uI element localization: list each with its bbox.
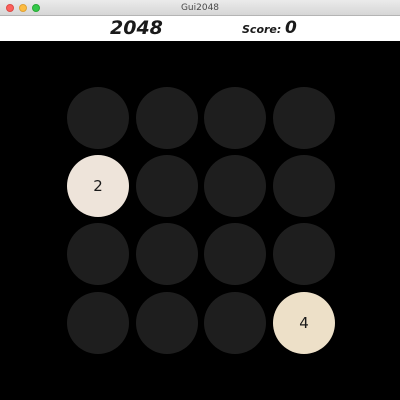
board-cell-r3-c3: 4 [273, 292, 335, 354]
board-cell-r1-c0: 2 [67, 155, 129, 217]
app-window: Gui2048 2048 Score: 0 2 4 [0, 0, 400, 400]
board-cell-r2-c2 [204, 223, 266, 285]
board-cell-r3-c2 [204, 292, 266, 354]
board-cell-r0-c3 [273, 87, 335, 149]
board-cell-r2-c1 [136, 223, 198, 285]
title-bar: Gui2048 [0, 0, 400, 16]
board-cell-r0-c0 [67, 87, 129, 149]
board-cell-r0-c2 [204, 87, 266, 149]
score-value: 0 [285, 18, 297, 38]
board-cell-r1-c1 [136, 155, 198, 217]
game-board: 2 4 [0, 41, 400, 400]
board-cell-r1-c2 [204, 155, 266, 217]
game-header: 2048 Score: 0 [0, 16, 400, 41]
board-cell-r0-c1 [136, 87, 198, 149]
board-cell-r2-c3 [273, 223, 335, 285]
game-title: 2048 [110, 17, 163, 39]
board-cell-r2-c0 [67, 223, 129, 285]
board-cell-r3-c1 [136, 292, 198, 354]
score-label: Score: [242, 23, 282, 36]
board-cell-r3-c0 [67, 292, 129, 354]
window-title: Gui2048 [180, 3, 220, 13]
board-cell-r1-c3 [273, 155, 335, 217]
